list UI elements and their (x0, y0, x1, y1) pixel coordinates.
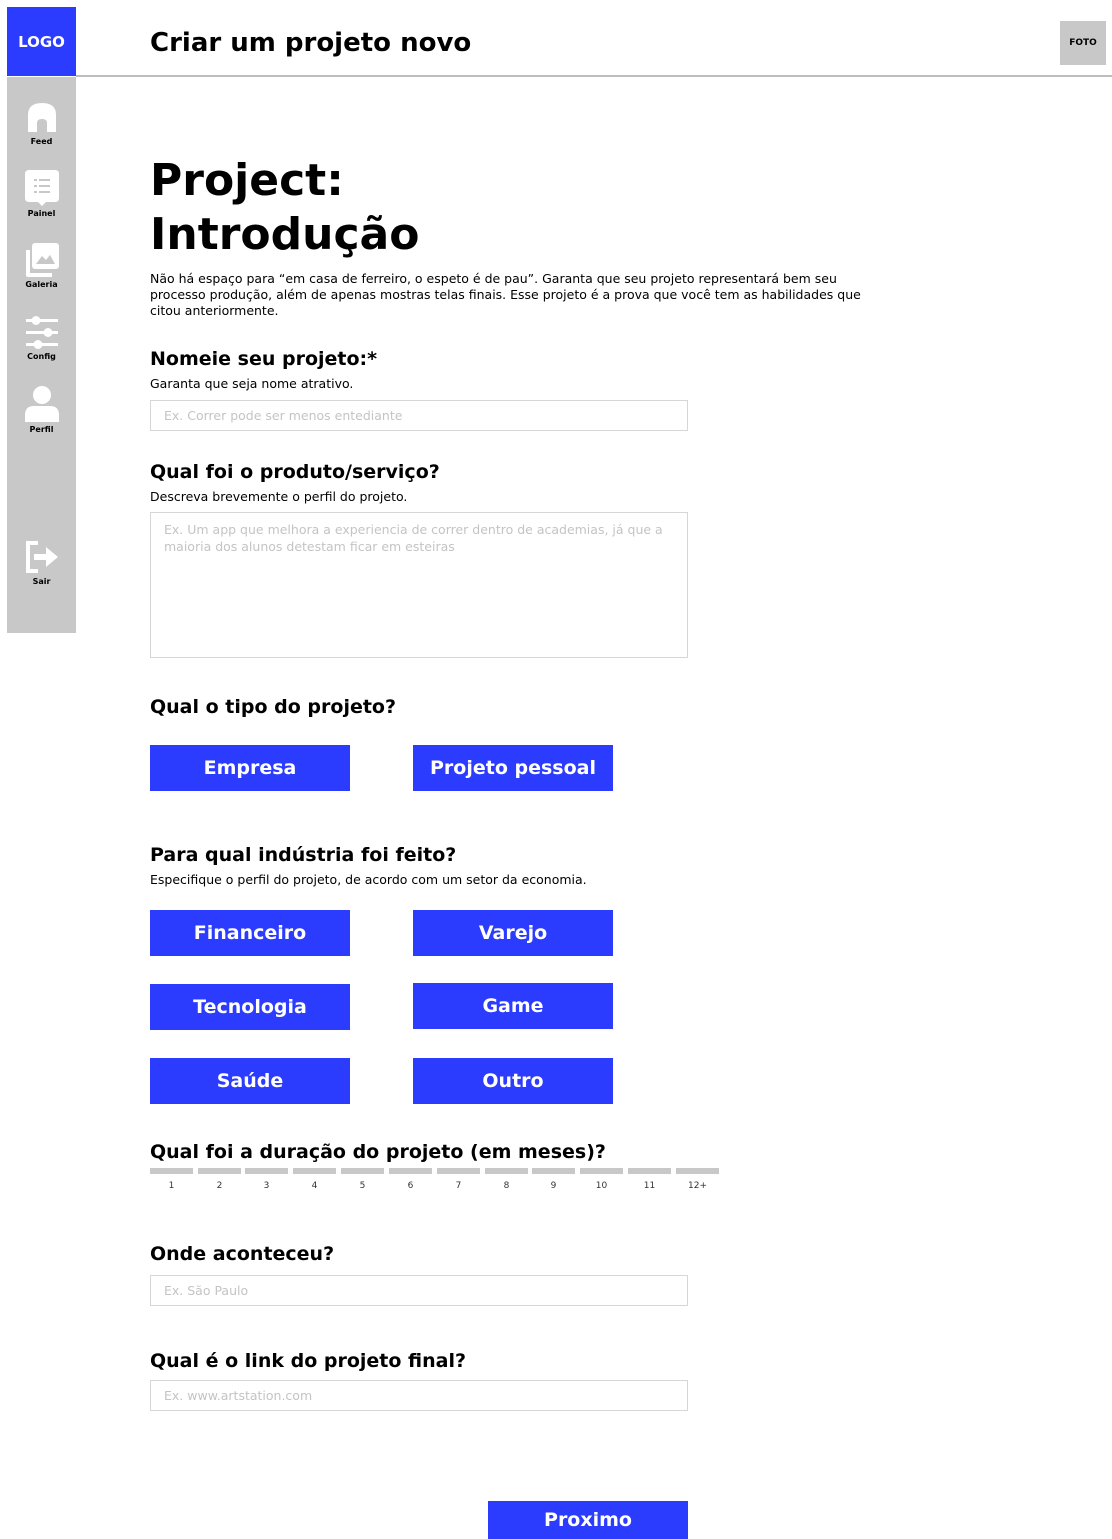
industry-option-game[interactable]: Game (413, 983, 613, 1029)
duration-label: 3 (263, 1181, 270, 1191)
header-title: Criar um projeto novo (150, 28, 472, 58)
sidebar: Feed Painel Galeria Config Perfil Sair (7, 77, 76, 633)
sidebar-item-label: Painel (27, 209, 56, 218)
duration-segment[interactable] (485, 1168, 528, 1174)
home-icon (27, 103, 56, 132)
logout-icon (25, 541, 58, 573)
duration-segment[interactable] (150, 1168, 193, 1174)
duration-label: 8 (503, 1181, 510, 1191)
question-title: Para qual indústria foi feito? (150, 844, 457, 866)
sidebar-item-label: Galeria (25, 280, 58, 289)
logo[interactable]: LOGO (7, 7, 76, 76)
question-subtitle: Garanta que seja nome atrativo. (150, 376, 354, 391)
sidebar-item-painel[interactable]: Painel (7, 169, 76, 218)
user-icon (24, 386, 59, 422)
duration-label: 11 (643, 1181, 656, 1191)
duration-segment[interactable] (389, 1168, 432, 1174)
duration-label: 1 (168, 1181, 175, 1191)
duration-segment[interactable] (628, 1168, 671, 1174)
question-title: Nomeie seu projeto:* (150, 348, 378, 370)
duration-label: 12+ (688, 1181, 707, 1191)
sidebar-item-label: Config (27, 352, 56, 361)
duration-label: 6 (407, 1181, 414, 1191)
duration-label: 5 (359, 1181, 366, 1191)
duration-label: 4 (311, 1181, 318, 1191)
duration-label: 10 (595, 1181, 608, 1191)
sidebar-item-config[interactable]: Config (7, 314, 76, 361)
duration-segment[interactable] (437, 1168, 480, 1174)
industry-option-varejo[interactable]: Varejo (413, 910, 613, 956)
sidebar-item-perfil[interactable]: Perfil (7, 385, 76, 434)
project-name-input[interactable] (150, 400, 688, 431)
question-title: Qual foi o produto/serviço? (150, 461, 440, 483)
product-description-textarea[interactable] (150, 512, 688, 658)
project-link-input[interactable] (150, 1380, 688, 1411)
gallery-icon (25, 243, 59, 277)
duration-segment[interactable] (532, 1168, 575, 1174)
page-title-line: Introdução (150, 209, 420, 260)
list-icon (24, 170, 59, 206)
industry-option-saude[interactable]: Saúde (150, 1058, 350, 1104)
sidebar-item-feed[interactable]: Feed (7, 99, 76, 146)
duration-segment[interactable] (676, 1168, 719, 1174)
question-title: Qual foi a duração do projeto (em meses)… (150, 1141, 606, 1163)
industry-option-outro[interactable]: Outro (413, 1058, 613, 1104)
question-title: Onde aconteceu? (150, 1243, 335, 1265)
sidebar-item-label: Sair (32, 577, 51, 586)
question-subtitle: Especifique o perfil do projeto, de acor… (150, 872, 587, 887)
sidebar-item-label: Feed (30, 137, 53, 146)
duration-label: 9 (550, 1181, 557, 1191)
duration-segment[interactable] (293, 1168, 336, 1174)
duration-label: 2 (216, 1181, 223, 1191)
duration-segment[interactable] (198, 1168, 241, 1174)
location-input[interactable] (150, 1275, 688, 1306)
sliders-icon (25, 316, 58, 349)
page-title-line: Project: (150, 155, 344, 206)
question-title: Qual o tipo do projeto? (150, 696, 397, 718)
question-title: Qual é o link do projeto final? (150, 1350, 467, 1372)
industry-option-financeiro[interactable]: Financeiro (150, 910, 350, 956)
sidebar-item-sair[interactable]: Sair (7, 539, 76, 586)
avatar[interactable]: FOTO (1060, 21, 1106, 65)
sidebar-item-galeria[interactable]: Galeria (7, 242, 76, 289)
duration-segment[interactable] (245, 1168, 288, 1174)
sidebar-item-label: Perfil (29, 425, 54, 434)
type-option-projeto-pessoal[interactable]: Projeto pessoal (413, 745, 613, 791)
intro-text: Não há espaço para “em casa de ferreiro,… (150, 271, 861, 318)
next-button[interactable]: Proximo (488, 1501, 688, 1539)
duration-label: 7 (455, 1181, 462, 1191)
industry-option-tecnologia[interactable]: Tecnologia (150, 984, 350, 1030)
duration-segment[interactable] (341, 1168, 384, 1174)
header-divider (76, 75, 1112, 77)
page-title: Project: Introdução (150, 154, 650, 262)
duration-segment[interactable] (580, 1168, 623, 1174)
question-subtitle: Descreva brevemente o perfil do projeto. (150, 489, 408, 504)
type-option-empresa[interactable]: Empresa (150, 745, 350, 791)
